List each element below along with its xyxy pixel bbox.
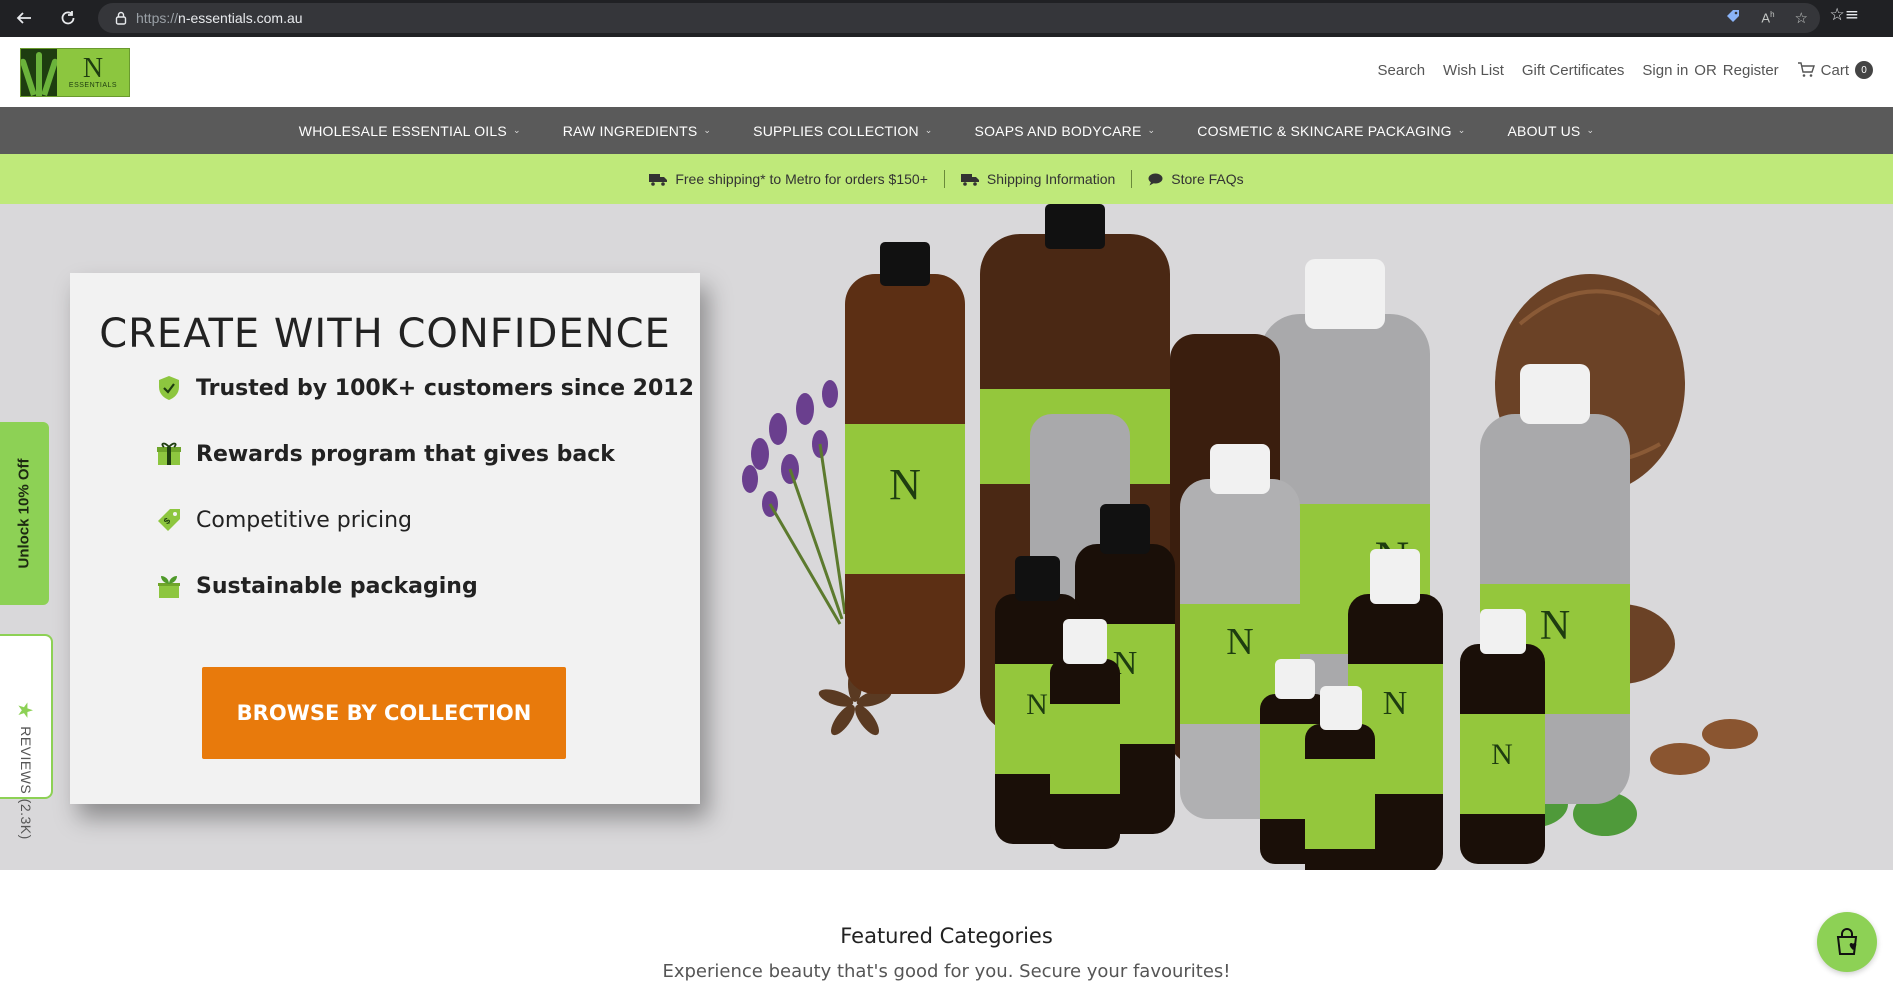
or-text: OR	[1694, 61, 1717, 79]
svg-text:N: N	[1491, 738, 1513, 771]
nav-label: RAW INGREDIENTS	[562, 122, 698, 139]
store-faqs-text: Store FAQs	[1171, 171, 1244, 187]
feature-text: Rewards program that gives back	[196, 441, 615, 467]
unlock-discount-tab[interactable]: Unlock 10% Off	[0, 422, 49, 605]
shield-check-icon	[156, 375, 182, 401]
logo-word: ESSENTIALS	[68, 82, 118, 89]
gift-icon	[156, 441, 182, 467]
favorite-star-icon[interactable]: ☆	[1795, 9, 1808, 27]
reviews-tab[interactable]: ★ REVIEWS (2.3K)	[0, 634, 53, 840]
site-logo[interactable]: N ESSENTIALS	[20, 48, 130, 97]
header-links: Search Wish List Gift Certificates Sign …	[1378, 61, 1873, 79]
unlock-discount-label: Unlock 10% Off	[16, 458, 33, 569]
store-faqs-link[interactable]: Store FAQs	[1132, 171, 1259, 187]
address-bar[interactable]: https://n-essentials.com.au Ah ☆	[98, 3, 1820, 33]
free-shipping-text: Free shipping* to Metro for orders $150+	[675, 171, 928, 187]
chat-bubble-icon	[1148, 173, 1163, 185]
site-header: N ESSENTIALS Search Wish List Gift Certi…	[0, 37, 1893, 107]
feature-text: Trusted by 100K+ customers since 2012	[196, 375, 694, 401]
shipping-information-text: Shipping Information	[986, 171, 1116, 187]
feature-trusted: Trusted by 100K+ customers since 2012	[156, 375, 694, 401]
logo-wordmark: N ESSENTIALS	[57, 49, 129, 96]
feature-text: Sustainable packaging	[196, 573, 478, 599]
hero-card: CREATE WITH CONFIDENCE Trusted by 100K+ …	[70, 273, 700, 804]
chevron-down-icon: ⌄	[512, 125, 521, 135]
url-text: https://n-essentials.com.au	[136, 10, 303, 26]
free-shipping-notice[interactable]: Free shipping* to Metro for orders $150+	[633, 171, 944, 187]
nav-supplies-collection[interactable]: SUPPLIES COLLECTION ⌄	[732, 123, 953, 139]
star-icon: ★	[14, 701, 36, 720]
logo-letter: N	[82, 53, 104, 84]
read-aloud-icon[interactable]: Ah	[1761, 10, 1774, 25]
logo-leaf-icon	[21, 49, 57, 96]
nav-label: ABOUT US	[1507, 122, 1581, 139]
search-link[interactable]: Search	[1378, 62, 1426, 79]
browse-by-collection-button[interactable]: BROWSE BY COLLECTION	[202, 667, 566, 759]
nav-raw-ingredients[interactable]: RAW INGREDIENTS ⌄	[542, 123, 732, 139]
nav-label: SUPPLIES COLLECTION	[753, 122, 919, 139]
feature-rewards: Rewards program that gives back	[156, 441, 615, 467]
svg-text:N: N	[1226, 621, 1253, 663]
featured-categories-subtitle: Experience beauty that's good for you. S…	[662, 961, 1231, 982]
hero-banner: N N N N N N N CREATE WITH CONFIDENCE Tru…	[0, 204, 1893, 870]
feature-sustainable: Sustainable packaging	[156, 573, 478, 599]
account-links: Sign in OR Register	[1642, 62, 1778, 79]
coupon-tag-icon[interactable]	[1725, 8, 1741, 28]
product-bottles-image: N N N N N N N	[742, 204, 1758, 870]
nav-label: COSMETIC & SKINCARE PACKAGING	[1197, 122, 1452, 139]
featured-categories-title: Featured Categories	[840, 924, 1053, 948]
cart-icon	[1797, 62, 1815, 77]
svg-text:N: N	[1026, 688, 1048, 721]
svg-text:N: N	[1383, 685, 1408, 722]
lock-icon[interactable]	[106, 11, 136, 25]
register-link[interactable]: Register	[1723, 62, 1779, 79]
nav-label: SOAPS AND BODYCARE	[974, 122, 1142, 139]
announcement-bar: Free shipping* to Metro for orders $150+…	[0, 154, 1893, 204]
shipping-information-link[interactable]: Shipping Information	[945, 171, 1131, 187]
browser-toolbar: https://n-essentials.com.au Ah ☆ ☆≡	[0, 0, 1893, 37]
feature-text: Competitive pricing	[196, 507, 413, 533]
nav-wholesale-essential-oils[interactable]: WHOLESALE ESSENTIAL OILS ⌄	[278, 123, 542, 139]
hero-title: CREATE WITH CONFIDENCE	[99, 311, 671, 357]
svg-text:N: N	[1540, 603, 1570, 649]
svg-text:N: N	[889, 460, 921, 509]
shopping-bag-heart-icon	[1836, 928, 1858, 955]
nav-about-us[interactable]: ABOUT US ⌄	[1487, 123, 1616, 139]
back-icon[interactable]	[10, 4, 38, 32]
price-tag-icon: $	[156, 507, 182, 533]
nav-cosmetic-skincare-packaging[interactable]: COSMETIC & SKINCARE PACKAGING ⌄	[1176, 123, 1486, 139]
feature-pricing: $ Competitive pricing	[156, 507, 412, 533]
chevron-down-icon: ⌄	[924, 125, 933, 135]
main-navigation: WHOLESALE ESSENTIAL OILS ⌄ RAW INGREDIENT…	[0, 107, 1893, 154]
wishlist-link[interactable]: Wish List	[1443, 62, 1504, 79]
gift-certificates-link[interactable]: Gift Certificates	[1522, 62, 1625, 79]
chevron-down-icon: ⌄	[1147, 125, 1156, 135]
cart-link[interactable]: Cart 0	[1797, 61, 1873, 79]
cart-count-badge: 0	[1855, 61, 1873, 79]
reload-icon[interactable]	[54, 4, 82, 32]
sign-in-link[interactable]: Sign in	[1642, 62, 1688, 79]
nav-soaps-and-bodycare[interactable]: SOAPS AND BODYCARE ⌄	[954, 123, 1177, 139]
cart-label: Cart	[1820, 61, 1849, 79]
chevron-down-icon: ⌄	[703, 125, 712, 135]
chevron-down-icon: ⌄	[1457, 125, 1466, 135]
chevron-down-icon: ⌄	[1586, 125, 1595, 135]
truck-icon	[960, 173, 979, 186]
nav-label: WHOLESALE ESSENTIAL OILS	[298, 122, 507, 139]
shopping-bag-button[interactable]	[1817, 912, 1877, 972]
truck-icon	[649, 173, 668, 186]
favorites-icon[interactable]: ☆≡	[1830, 5, 1859, 25]
eco-box-icon	[156, 573, 182, 599]
reviews-label: REVIEWS (2.3K)	[17, 726, 34, 840]
